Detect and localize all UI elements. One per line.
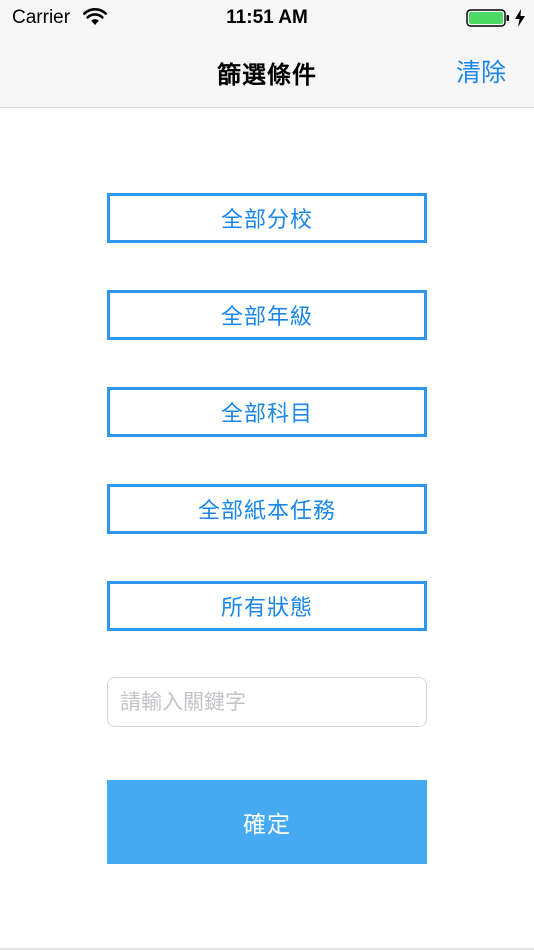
navigation-bar: 篩選條件 清除 <box>0 38 534 108</box>
status-bar: Carrier 11:51 AM <box>0 0 534 38</box>
clear-button[interactable]: 清除 <box>456 53 506 89</box>
charging-icon <box>515 9 525 27</box>
paper-task-filter-button[interactable]: 全部紙本任務 <box>107 484 427 534</box>
confirm-button[interactable]: 確定 <box>107 780 427 864</box>
page-title: 篩選條件 <box>217 61 317 89</box>
filter-screen: Carrier 11:51 AM 篩選條件 清除 全部分校 全部年級 全部科目 … <box>0 0 534 950</box>
status-filter-button[interactable]: 所有狀態 <box>107 581 427 631</box>
grade-filter-button[interactable]: 全部年級 <box>107 290 427 340</box>
branch-filter-button[interactable]: 全部分校 <box>107 193 427 243</box>
subject-filter-button[interactable]: 全部科目 <box>107 387 427 437</box>
clock: 11:51 AM <box>226 7 308 28</box>
keyword-search-input[interactable] <box>107 677 427 727</box>
battery-icon <box>466 9 509 27</box>
